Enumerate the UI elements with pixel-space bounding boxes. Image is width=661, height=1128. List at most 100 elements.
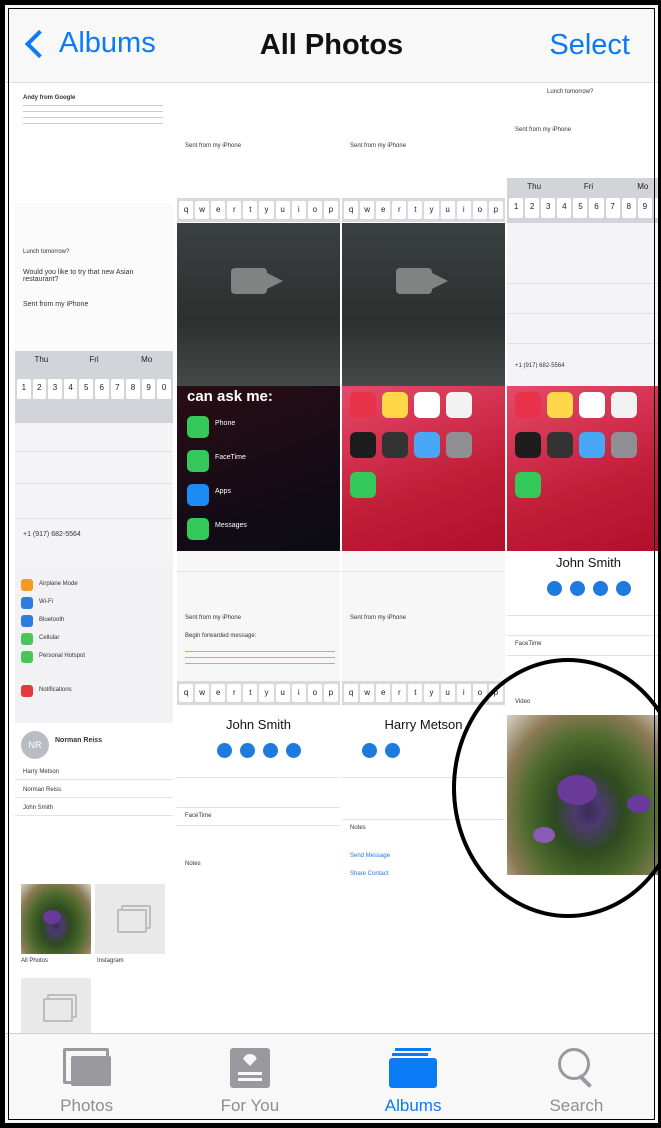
thumb-text: Video [515,699,531,705]
tab-label: For You [220,1096,280,1115]
key: p [488,201,503,219]
photo-thumbnail[interactable]: +1 (917) 682-5564 [507,223,658,386]
key: e [376,201,391,219]
settings-icon [611,432,637,458]
photo-thumbnail[interactable] [342,223,505,386]
photo-thumbnail[interactable]: John Smith FaceTime Video [507,551,658,709]
key: t [408,201,423,219]
tab-photos[interactable]: Photos [5,1034,168,1123]
photo-thumbnail[interactable]: Sent from my iPhone [342,83,505,198]
thumb-text: +1 (917) 682-5564 [23,531,81,538]
thumb-text: Lunch tomorrow? [23,249,70,255]
stocks-icon [515,432,541,458]
photo-thumbnail[interactable] [507,386,658,551]
key: 3 [48,379,62,399]
thumb-text: Thu [527,182,542,191]
contact-action-buttons [507,581,658,596]
key: e [211,684,226,702]
key: u [440,201,455,219]
video-camera-icon [230,268,283,294]
key: i [456,684,471,702]
thumb-text-lines [23,105,163,125]
thumb-text: +1 (917) 682-5564 [515,363,565,369]
cellular-icon [21,633,33,645]
photo-thumbnail[interactable]: Sent from my iPhone Begin forwarded mess… [177,551,340,681]
thumb-text: Fri [583,182,594,191]
key: 5 [79,379,93,399]
photo-thumbnail[interactable]: Lunch tomorrow? Would you like to try th… [15,203,173,423]
thumb-text: Airplane Mode [39,581,78,587]
for-you-icon [229,1048,270,1088]
key: 1 [17,379,31,399]
photos-app-icon [414,392,440,418]
photo-thumbnail[interactable]: All Photos Instagram [15,858,173,1043]
photo-thumbnail[interactable] [342,386,505,551]
key: y [259,684,274,702]
thumb-text: Thu [34,355,49,364]
select-button[interactable]: Select [549,29,630,62]
photo-thumbnail[interactable]: Lunch tomorrow? Sent from my iPhone [507,83,658,178]
key: r [227,201,242,219]
contact-name: John Smith [225,717,292,732]
photo-thumbnail[interactable]: can ask me: Phone FaceTime Apps Messages [177,386,340,551]
reminders-icon [611,392,637,418]
key: w [360,201,375,219]
photo-thumbnail[interactable]: Sent from my iPhone [342,551,505,681]
thumb-text: Sent from my iPhone [350,615,407,621]
flower-photo-thumbnail[interactable] [507,715,658,875]
key: 1 [509,198,524,218]
tab-for-you[interactable]: For You [168,1034,331,1123]
number-row: 1234567890 [17,379,171,399]
key: w [195,684,210,702]
thumb-text: All Photos [21,958,49,964]
key: t [408,684,423,702]
thumb-text: Mo [141,355,153,364]
album-placeholder-icon [21,978,91,1038]
photo-thumbnail[interactable]: NR Norman Reiss Harry Metson Norman Reis… [15,723,173,858]
keyboard-row: qwertyuiop [342,198,505,222]
app-store-icon [187,484,209,506]
thumb-text: Cellular [39,635,60,641]
key: p [488,684,503,702]
key: i [291,201,306,219]
tab-albums[interactable]: Albums [332,1034,495,1123]
key: q [344,201,359,219]
navigation-bar: Albums All Photos Select [5,5,658,83]
key: 6 [589,198,604,218]
thumb-text: Would you like to try that new Asian res… [23,269,134,283]
photo-thumbnail[interactable]: Harry Metson Notes Send Message Share Co… [342,707,505,887]
key: 6 [94,379,109,399]
keyboard-row: qwertyuiop [177,681,340,705]
facetime-app-icon [350,472,376,498]
thumb-text: Sent from my iPhone [515,127,572,133]
key: 9 [637,198,652,218]
key: w [360,684,375,702]
tab-search[interactable]: Search [495,1034,658,1123]
key: r [392,684,407,702]
keyboard-row: qwertyuiop [177,198,340,222]
photo-thumbnail[interactable]: Airplane Mode Wi-Fi Bluetooth Cellular P… [15,563,173,723]
key: y [424,684,439,702]
key: 4 [557,198,572,218]
thumb-text: Bluetooth [39,617,65,623]
airplane-icon [21,579,33,591]
key: t [243,201,258,219]
key: o [472,684,487,702]
thumb-text: Notifications [39,687,72,693]
photo-thumbnail[interactable]: John Smith FaceTime Notes [177,707,340,887]
photo-thumbnail[interactable] [177,223,340,386]
key: o [307,684,322,702]
key: 9 [141,379,156,399]
photo-column-3: Sent from my iPhone qwertyuiop Sent from… [342,83,505,1043]
photo-thumbnail[interactable]: Andy from Google [15,83,173,203]
photo-column-1: Andy from Google Lunch tomorrow? Would y… [15,83,173,1043]
key: o [472,201,487,219]
notes-icon [382,392,408,418]
photo-thumbnail[interactable]: +1 (917) 682-5564 [15,423,173,563]
key: t [243,684,258,702]
photo-grid: Andy from Google Lunch tomorrow? Would y… [15,83,658,1043]
key: 2 [32,379,47,399]
thumb-text: Mo [637,182,649,191]
photo-thumbnail[interactable]: Sent from my iPhone [177,83,340,198]
flower-photo [21,884,91,954]
